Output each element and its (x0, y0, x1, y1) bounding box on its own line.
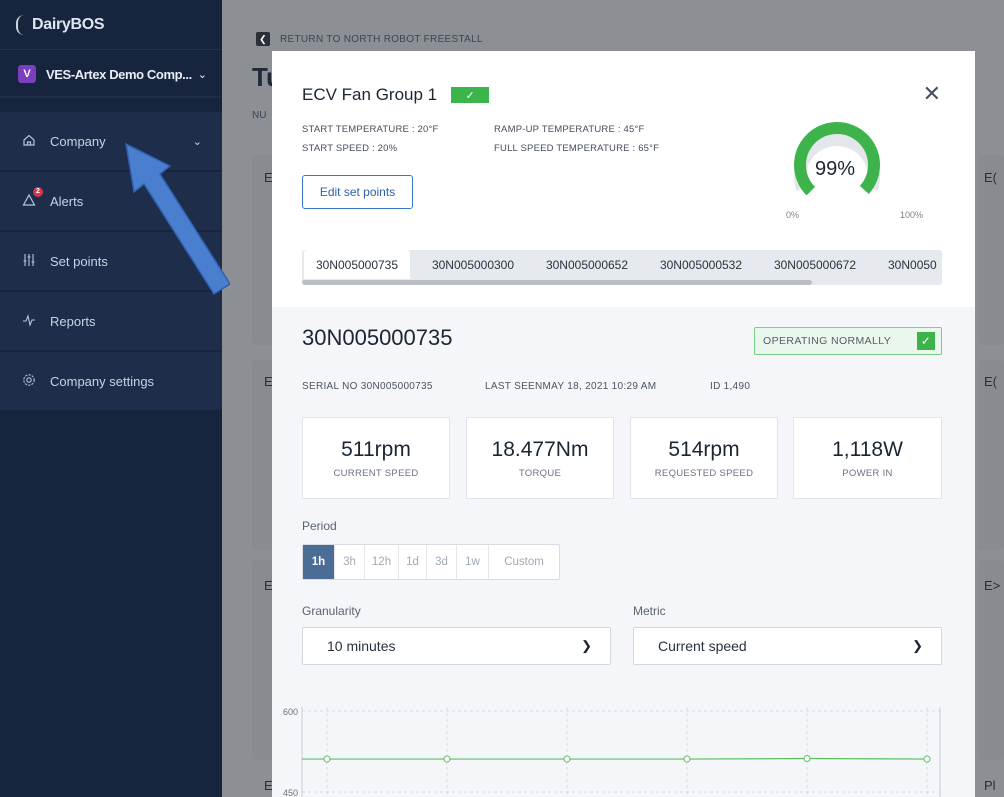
period-3h-button[interactable]: 3h (335, 545, 365, 579)
logo-text: DairyBOS (32, 15, 105, 33)
status-badge: OPERATING NORMALLY ✓ (754, 327, 942, 355)
gauge-min-label: 0% (786, 210, 800, 220)
alert-icon: 2 (20, 186, 43, 210)
metric-value: 18.477Nm (491, 437, 589, 461)
home-icon (20, 133, 38, 150)
data-point[interactable] (923, 755, 931, 763)
metric-card-power-in: 1,118W POWER IN (793, 417, 942, 499)
full-speed-temperature: FULL SPEED TEMPERATURE : 65°F (494, 143, 660, 154)
granularity-value: 10 minutes (327, 638, 396, 654)
company-badge: V (18, 65, 36, 83)
sidebar-item-label: Alerts (50, 193, 84, 209)
record-id: ID 1,490 (710, 381, 751, 392)
annotation-arrow (125, 142, 230, 296)
chevron-down-icon: ❯ (912, 638, 923, 653)
device-tabs: 30N005000735 30N005000300 30N005000652 3… (302, 250, 942, 285)
metric-label: REQUESTED SPEED (654, 467, 754, 479)
company-selector[interactable]: V VES-Artex Demo Comp... ⌄ (0, 52, 222, 98)
metric-label: TORQUE (518, 467, 562, 479)
metric-label: POWER IN (842, 467, 893, 479)
y-tick-label: 600 (283, 707, 298, 717)
data-point[interactable] (323, 755, 331, 763)
granularity-select[interactable]: 10 minutes ❯ (302, 627, 611, 665)
return-link-label: RETURN TO NORTH ROBOT FREESTALL (280, 33, 483, 45)
bg-card-title: E( (984, 374, 997, 389)
logo-icon (16, 14, 30, 35)
chevron-down-icon: ❯ (581, 638, 592, 653)
tab-device[interactable]: 30N005000652 (532, 250, 642, 279)
bg-card-title: E> (984, 578, 1001, 593)
check-icon: ✓ (451, 87, 490, 103)
sliders-icon (20, 253, 38, 270)
metric-value-select: Current speed (658, 638, 747, 654)
period-1w-button[interactable]: 1w (457, 545, 489, 579)
period-selector: 1h 3h 12h 1d 3d 1w Custom (302, 544, 560, 580)
bg-card-title: Pl (984, 778, 996, 793)
metric-card-current-speed: 511rpm CURRENT SPEED (302, 417, 450, 499)
metric-value: 1,118W (832, 437, 903, 461)
serial-number: SERIAL NO 30N005000735 (302, 381, 433, 392)
sidebar-item-label: Company (50, 133, 106, 149)
metric-card-requested-speed: 514rpm REQUESTED SPEED (630, 417, 778, 499)
chevron-left-icon: ❮ (256, 32, 270, 46)
period-3d-button[interactable]: 3d (427, 545, 457, 579)
metric-select[interactable]: Current speed ❯ (633, 627, 942, 665)
alert-count-badge: 2 (33, 186, 43, 197)
speed-gauge: 99% (794, 122, 880, 196)
check-icon: ✓ (917, 332, 935, 350)
bg-card-title: E( (984, 170, 997, 185)
sidebar-item-label: Company settings (50, 373, 155, 389)
speed-chart: 600 450 (283, 707, 941, 797)
start-speed: START SPEED : 20% (302, 143, 398, 154)
data-point[interactable] (803, 755, 811, 763)
y-tick-label: 450 (283, 788, 298, 797)
sidebar: DairyBOS V VES-Artex Demo Comp... ⌄ Comp… (0, 0, 222, 797)
sidebar-item-reports[interactable]: Reports (0, 292, 222, 352)
data-point[interactable] (563, 755, 571, 763)
chevron-down-icon: ⌄ (197, 68, 208, 81)
metric-card-torque: 18.477Nm TORQUE (466, 417, 614, 499)
metric-value: 511rpm (341, 437, 411, 461)
tab-device[interactable]: 30N0050 (874, 250, 942, 279)
status-text: OPERATING NORMALLY (763, 335, 892, 347)
tab-device[interactable]: 30N005000300 (418, 250, 528, 279)
period-12h-button[interactable]: 12h (365, 545, 399, 579)
metric-label: CURRENT SPEED (333, 467, 419, 479)
edit-set-points-button[interactable]: Edit set points (302, 175, 413, 209)
granularity-label: Granularity (302, 604, 361, 618)
logo[interactable]: DairyBOS (0, 0, 222, 50)
gear-icon (20, 373, 38, 390)
period-label: Period (302, 519, 337, 533)
tab-device[interactable]: 30N005000735 (304, 250, 410, 279)
device-id: 30N005000735 (302, 325, 453, 350)
start-temperature: START TEMPERATURE : 20°F (302, 124, 439, 135)
sidebar-item-company-settings[interactable]: Company settings (0, 352, 222, 412)
modal-header: ECV Fan Group 1 ✓ ✕ START TEMPERATURE : … (272, 51, 975, 307)
gauge-value: 99% (815, 158, 855, 180)
company-name: VES-Artex Demo Comp... (46, 66, 192, 82)
ramp-up-temperature: RAMP-UP TEMPERATURE : 45°F (494, 124, 645, 135)
period-custom-button[interactable]: Custom (489, 545, 559, 579)
tab-device[interactable]: 30N005000672 (760, 250, 870, 279)
close-icon[interactable]: ✕ (923, 81, 941, 107)
pulse-icon (20, 313, 38, 330)
data-point[interactable] (683, 755, 691, 763)
series-line-current-speed (302, 757, 928, 760)
tab-device[interactable]: 30N005000532 (646, 250, 756, 279)
sidebar-item-label: Reports (50, 313, 96, 329)
device-modal: ECV Fan Group 1 ✓ ✕ START TEMPERATURE : … (272, 51, 975, 797)
period-1h-button[interactable]: 1h (303, 545, 335, 579)
modal-title-text: ECV Fan Group 1 (302, 85, 438, 104)
tabs-scrollbar[interactable] (302, 280, 812, 285)
gauge-max-label: 100% (900, 210, 924, 220)
period-1d-button[interactable]: 1d (399, 545, 427, 579)
metric-value: 514rpm (668, 437, 740, 461)
page-subtitle: NU (252, 110, 267, 121)
modal-title: ECV Fan Group 1 ✓ (302, 85, 490, 105)
return-link[interactable]: ❮ RETURN TO NORTH ROBOT FREESTALL (256, 32, 483, 46)
metric-label-heading: Metric (633, 604, 666, 618)
data-point[interactable] (443, 755, 451, 763)
last-seen: LAST SEENMAY 18, 2021 10:29 AM (485, 381, 657, 392)
sidebar-item-label: Set points (50, 253, 108, 269)
